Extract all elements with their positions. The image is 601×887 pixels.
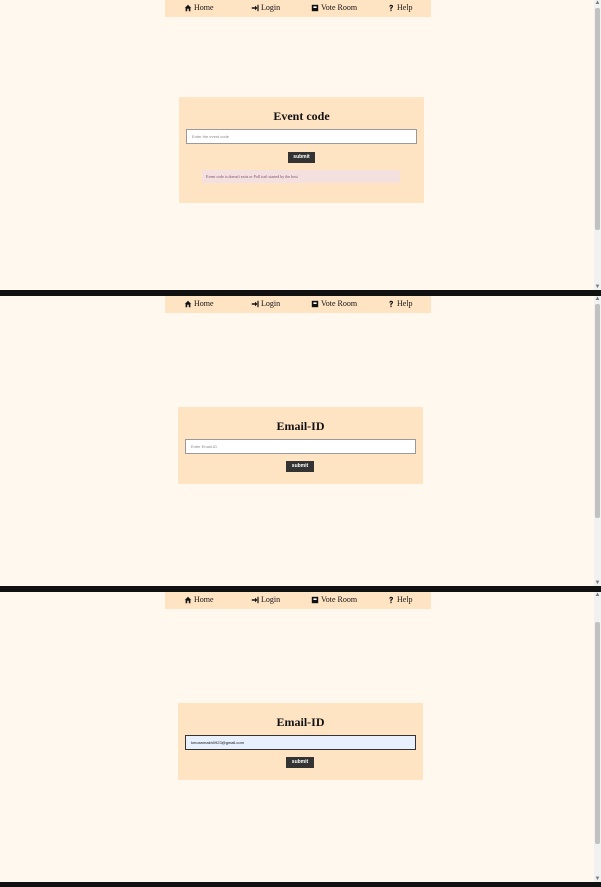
nav-home-label: Home <box>194 299 214 308</box>
nav-help-link[interactable]: Help <box>387 3 413 12</box>
vertical-scrollbar[interactable]: ▲ ▼ <box>594 0 601 290</box>
nav-login-link[interactable]: Login <box>251 3 280 12</box>
top-navbar: Home Login Vote Room Help <box>165 296 431 313</box>
question-icon <box>389 596 393 603</box>
nav-help-label: Help <box>397 3 413 12</box>
email-input[interactable]: kmoanmakh0923@gmail.com <box>185 735 416 750</box>
scroll-up-icon[interactable]: ▲ <box>594 296 601 302</box>
screenshot-frame-email-empty: Home Login Vote Room Help Email-ID Enter… <box>0 296 601 586</box>
sign-in-icon <box>251 4 259 11</box>
nav-login-label: Login <box>261 595 281 604</box>
nav-vote-room-label: Vote Room <box>321 299 358 308</box>
nav-vote-room-label: Vote Room <box>321 595 358 604</box>
home-icon <box>184 300 192 307</box>
nav-home-label: Home <box>194 595 214 604</box>
nav-home-label: Home <box>194 3 214 12</box>
email-id-card: Email-ID Enter Email-ID submit <box>178 407 423 484</box>
screenshot-frame-email-filled: Home Login Vote Room Help Email-ID kmoan… <box>0 592 601 882</box>
submit-button[interactable]: submit <box>286 461 314 472</box>
scrollbar-thumb[interactable] <box>595 8 600 230</box>
scrollbar-thumb[interactable] <box>595 304 600 518</box>
nav-home-link[interactable]: Home <box>184 3 214 12</box>
nav-home-link[interactable]: Home <box>184 595 214 604</box>
top-navbar: Home Login Vote Room Help <box>165 592 431 609</box>
email-input[interactable]: Enter Email-ID <box>185 439 416 454</box>
error-message: Event code is doesn't exits or Poll isn'… <box>202 170 400 183</box>
top-navbar: Home Login Vote Room Help <box>165 0 431 17</box>
screenshot-frame-event-code: Home Login Vote Room Help Event code Ent… <box>0 0 601 290</box>
nav-login-label: Login <box>261 299 281 308</box>
nav-vote-room-link[interactable]: Vote Room <box>311 299 357 308</box>
email-id-card: Email-ID kmoanmakh0923@gmail.com submit <box>178 703 423 780</box>
home-icon <box>184 4 192 11</box>
scroll-up-icon[interactable]: ▲ <box>594 0 601 6</box>
vertical-scrollbar[interactable]: ▲ ▼ <box>594 296 601 586</box>
question-icon <box>389 300 393 307</box>
ballot-box-icon <box>311 4 319 11</box>
scrollbar-thumb[interactable] <box>595 622 600 844</box>
ballot-box-icon <box>311 596 319 603</box>
submit-button[interactable]: submit <box>288 152 315 163</box>
sign-in-icon <box>251 596 259 603</box>
scroll-up-icon[interactable]: ▲ <box>594 592 601 598</box>
card-title: Event code <box>273 109 330 123</box>
nav-help-label: Help <box>397 595 413 604</box>
nav-home-link[interactable]: Home <box>184 299 214 308</box>
vertical-scrollbar[interactable]: ▲ ▼ <box>594 592 601 882</box>
nav-login-label: Login <box>261 3 281 12</box>
nav-vote-room-link[interactable]: Vote Room <box>311 595 357 604</box>
sign-in-icon <box>251 300 259 307</box>
nav-help-link[interactable]: Help <box>387 299 413 308</box>
nav-login-link[interactable]: Login <box>251 299 280 308</box>
nav-vote-room-link[interactable]: Vote Room <box>311 3 357 12</box>
ballot-box-icon <box>311 300 319 307</box>
divider <box>0 882 601 887</box>
nav-help-link[interactable]: Help <box>387 595 413 604</box>
event-code-card: Event code Enter the event code submit E… <box>179 97 424 203</box>
nav-help-label: Help <box>397 299 413 308</box>
event-code-input[interactable]: Enter the event code <box>186 129 417 144</box>
card-title: Email-ID <box>276 419 325 433</box>
card-title: Email-ID <box>276 715 325 729</box>
nav-vote-room-label: Vote Room <box>321 3 358 12</box>
submit-button[interactable]: submit <box>286 757 314 768</box>
question-icon <box>389 4 393 11</box>
nav-login-link[interactable]: Login <box>251 595 280 604</box>
home-icon <box>184 596 192 603</box>
